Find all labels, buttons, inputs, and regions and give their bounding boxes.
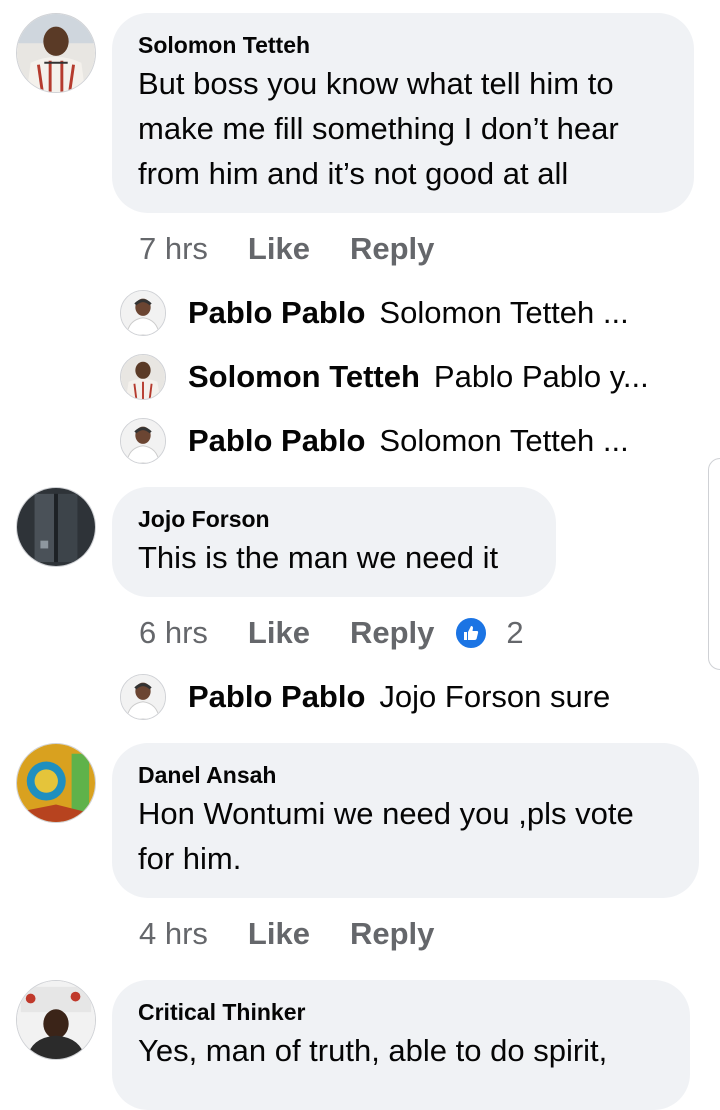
avatar (120, 674, 166, 720)
like-button[interactable]: Like (248, 916, 310, 952)
reply-author[interactable]: Pablo Pablo (188, 295, 365, 331)
reply-author[interactable]: Pablo Pablo (188, 423, 365, 459)
avatar (120, 290, 166, 336)
comment-actions: 7 hrs Like Reply (139, 228, 474, 270)
like-button[interactable]: Like (248, 615, 310, 651)
thumbs-up-icon[interactable] (454, 616, 489, 650)
reply-preview-row[interactable]: Pablo Pablo Solomon Tetteh ... (120, 418, 629, 464)
comment-timestamp[interactable]: 7 hrs (139, 231, 208, 267)
comment-bubble: Jojo Forson This is the man we need it (112, 487, 556, 597)
comment-bubble: Critical Thinker Yes, man of truth, able… (112, 980, 690, 1110)
reply-text: Jojo Forson sure (379, 679, 611, 714)
comment-bubble: Danel Ansah Hon Wontumi we need you ,pls… (112, 743, 699, 898)
comment-text: But boss you know what tell him to make … (138, 66, 619, 191)
reply-text: Solomon Tetteh ... (379, 295, 629, 330)
comment-timestamp[interactable]: 4 hrs (139, 916, 208, 952)
comment-text: Hon Wontumi we need you ,pls vote for hi… (138, 796, 634, 876)
reply-text: Solomon Tetteh ... (379, 423, 629, 458)
reply-preview-row[interactable]: Solomon Tetteh Pablo Pablo y... (120, 354, 649, 400)
comment-author[interactable]: Jojo Forson (138, 505, 530, 533)
reply-preview-row[interactable]: Pablo Pablo Jojo Forson sure (120, 674, 610, 720)
avatar[interactable] (16, 743, 96, 823)
comment-author[interactable]: Solomon Tetteh (138, 31, 668, 59)
avatar[interactable] (16, 13, 96, 93)
like-button[interactable]: Like (248, 231, 310, 267)
comment-text: Yes, man of truth, able to do spirit, (138, 1033, 608, 1068)
reply-button[interactable]: Reply (350, 916, 434, 952)
avatar[interactable] (16, 487, 96, 567)
avatar (120, 354, 166, 400)
reaction-count[interactable]: 2 (506, 615, 523, 651)
avatar[interactable] (16, 980, 96, 1060)
comment-actions: 4 hrs Like Reply (139, 913, 474, 955)
comment-timestamp[interactable]: 6 hrs (139, 615, 208, 651)
comment-text: This is the man we need it (138, 540, 499, 575)
comment-actions: 6 hrs Like Reply 2 (139, 612, 524, 654)
comment-author[interactable]: Critical Thinker (138, 998, 664, 1026)
comment-bubble: Solomon Tetteh But boss you know what te… (112, 13, 694, 213)
avatar (120, 418, 166, 464)
reply-preview-row[interactable]: Pablo Pablo Solomon Tetteh ... (120, 290, 629, 336)
reply-author[interactable]: Pablo Pablo (188, 679, 365, 715)
reply-button[interactable]: Reply (350, 615, 434, 651)
reply-text: Pablo Pablo y... (433, 359, 649, 394)
comment-author[interactable]: Danel Ansah (138, 761, 673, 789)
reply-button[interactable]: Reply (350, 231, 434, 267)
floating-panel-edge (708, 458, 720, 670)
reply-author[interactable]: Solomon Tetteh (188, 359, 420, 395)
